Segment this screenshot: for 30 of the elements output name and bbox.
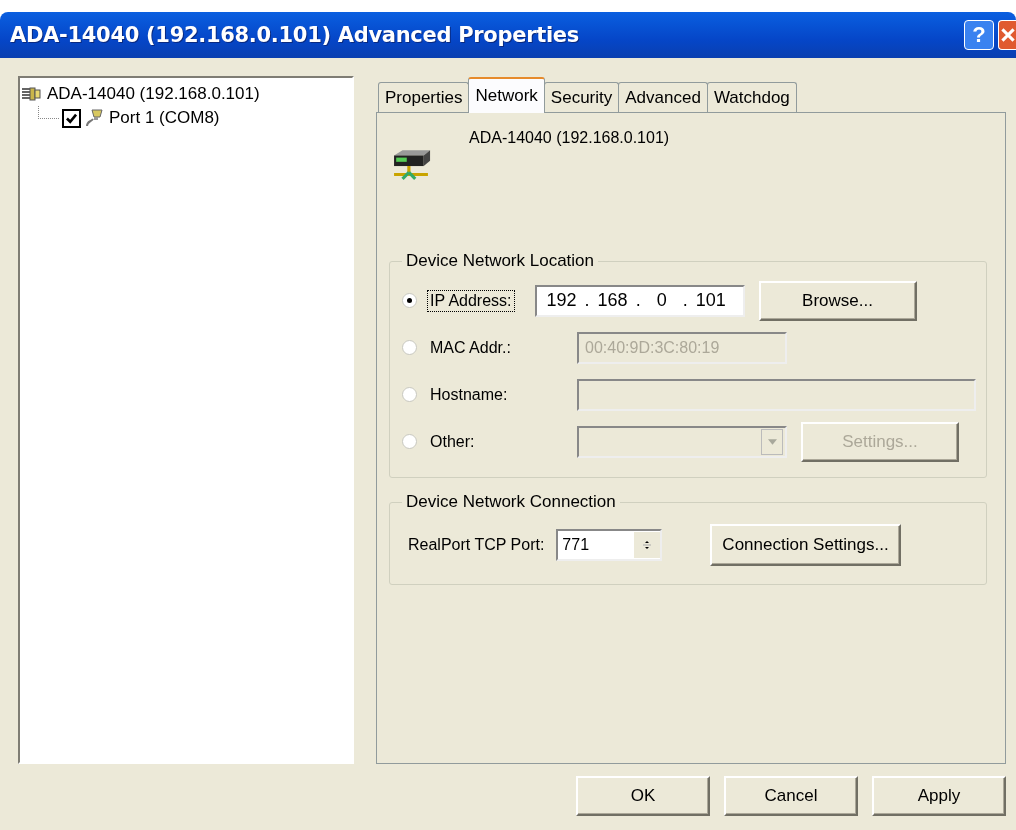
help-button[interactable]: ?	[964, 20, 994, 50]
dialog-button[interactable]: Cancel	[724, 776, 858, 816]
checkbox[interactable]	[62, 108, 81, 128]
tab[interactable]: Properties	[378, 82, 470, 112]
port-spinner[interactable]: 771	[556, 529, 663, 561]
tree-item[interactable]: ADA-14040 (192.168.0.101)	[45, 84, 262, 104]
tree-item[interactable]: Port 1 (COM8)	[107, 108, 222, 128]
spin-arrows-icon	[643, 538, 652, 552]
plug-icon	[84, 108, 104, 128]
option-label: Hostname:	[429, 384, 509, 405]
option-label: MAC Addr.:	[429, 337, 512, 358]
option-label: IP Address:	[427, 289, 515, 312]
close-button[interactable]	[998, 20, 1016, 50]
connector-icon	[22, 86, 42, 102]
option-label: Other:	[429, 431, 476, 452]
ip-address-field[interactable]: 192 . 168 . 0 . 101	[534, 284, 745, 317]
group-title: Device Network Location	[405, 251, 596, 271]
dialog-button[interactable]: Apply	[872, 776, 1006, 816]
dialog-button[interactable]: OK	[576, 776, 710, 816]
radio-button[interactable]	[402, 293, 417, 308]
close-icon	[1000, 28, 1015, 42]
option-button[interactable]: Browse...	[758, 280, 917, 321]
port-label: RealPort TCP Port:	[408, 536, 545, 554]
connection-settings-button[interactable]: Connection Settings...	[710, 524, 901, 566]
tab[interactable]: Network	[468, 77, 545, 113]
device-name: ADA-14040 (192.168.0.101)	[469, 129, 670, 147]
tab[interactable]: Watchdog	[706, 82, 797, 112]
group-title: Device Network Connection	[405, 492, 617, 512]
window-title: ADA-14040 (192.168.0.101) Advanced Properties	[10, 23, 579, 47]
check-icon	[65, 111, 78, 125]
